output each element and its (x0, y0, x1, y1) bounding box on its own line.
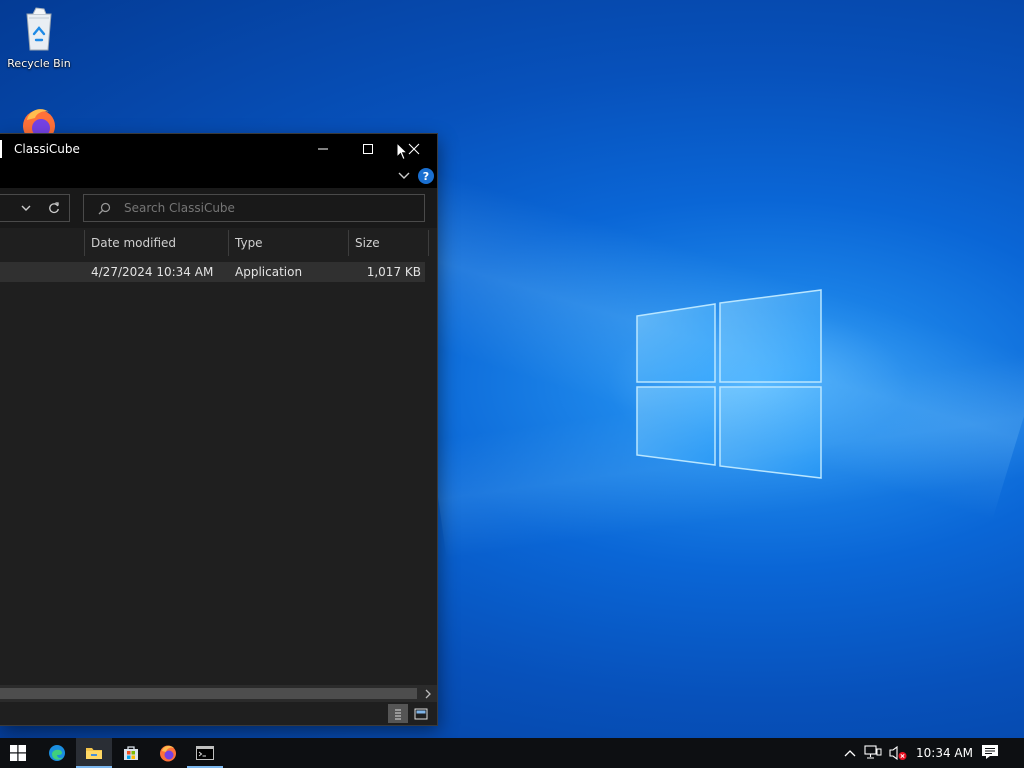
details-view-icon (395, 709, 401, 719)
expand-ribbon-button[interactable] (396, 168, 412, 184)
minimize-icon (318, 148, 328, 150)
large-icons-view-icon (414, 708, 428, 719)
desktop-icon-recycle-bin[interactable]: Recycle Bin (1, 6, 77, 70)
column-header-date-modified[interactable]: Date modified (84, 230, 229, 256)
chevron-down-icon (398, 172, 410, 179)
horizontal-scrollbar[interactable] (0, 685, 437, 702)
minimize-button[interactable] (300, 134, 346, 164)
file-row[interactable]: 4/27/2024 10:34 AM Application 1,017 KB (0, 262, 425, 282)
file-explorer-icon (86, 748, 102, 759)
help-button[interactable]: ? (418, 168, 434, 184)
search-box[interactable] (83, 194, 425, 222)
windows-logo-wallpaper (636, 289, 822, 479)
taskbar-firefox[interactable] (150, 738, 186, 768)
edge-icon (49, 745, 65, 761)
ribbon-bar: ? (0, 164, 437, 188)
details-view-button[interactable] (388, 704, 408, 723)
network-status[interactable] (864, 745, 884, 761)
taskbar-edge[interactable] (39, 738, 75, 768)
navigation-bar (0, 188, 437, 228)
large-icons-view-button[interactable] (411, 704, 431, 723)
title-bar-accent (0, 140, 2, 158)
close-icon (408, 143, 420, 155)
action-center-button[interactable] (981, 744, 1001, 762)
taskbar-file-explorer[interactable] (76, 738, 112, 768)
mouse-cursor (396, 142, 408, 161)
refresh-button[interactable] (45, 200, 63, 216)
file-type: Application (235, 265, 303, 279)
maximize-icon (363, 144, 373, 154)
search-input[interactable] (122, 200, 416, 216)
volume-status[interactable] (888, 745, 908, 761)
store-icon (124, 746, 138, 760)
start-button[interactable] (0, 738, 36, 768)
address-history-dropdown[interactable] (17, 200, 35, 216)
show-hidden-icons-button[interactable] (842, 746, 858, 760)
title-bar[interactable]: ClassiCube (0, 134, 437, 164)
firefox-icon (23, 109, 55, 142)
column-header-type[interactable]: Type (228, 230, 349, 256)
taskbar: 10:34 AM (0, 738, 1024, 768)
maximize-button[interactable] (345, 134, 391, 164)
column-headers: Date modified Type Size (0, 230, 432, 256)
search-icon (98, 202, 111, 215)
desktop-icon-label: Recycle Bin (7, 57, 71, 70)
file-explorer-window: ClassiCube ? Search ClassiCube Date modi… (0, 134, 437, 725)
file-size: 1,017 KB (366, 265, 421, 279)
taskbar-store[interactable] (113, 738, 149, 768)
chevron-down-icon (21, 205, 31, 211)
window-title: ClassiCube (14, 142, 80, 156)
scrollbar-thumb[interactable] (0, 688, 417, 699)
chevron-up-icon (844, 750, 856, 757)
help-icon: ? (422, 169, 430, 183)
file-date-modified: 4/27/2024 10:34 AM (91, 265, 214, 279)
address-bar[interactable] (0, 194, 70, 222)
firefox-icon (160, 745, 176, 762)
volume-muted-icon (889, 745, 907, 761)
refresh-icon (49, 202, 59, 214)
clock[interactable]: 10:34 AM (916, 746, 973, 760)
recycle-bin-icon (26, 7, 52, 51)
cmd-icon (196, 746, 214, 760)
start-icon (10, 745, 26, 761)
scroll-right-icon[interactable] (424, 689, 432, 699)
notification-icon (982, 745, 998, 759)
status-bar (0, 702, 437, 725)
network-icon (864, 745, 882, 759)
taskbar-command-prompt[interactable] (187, 738, 223, 768)
column-header-size[interactable]: Size (348, 230, 429, 256)
